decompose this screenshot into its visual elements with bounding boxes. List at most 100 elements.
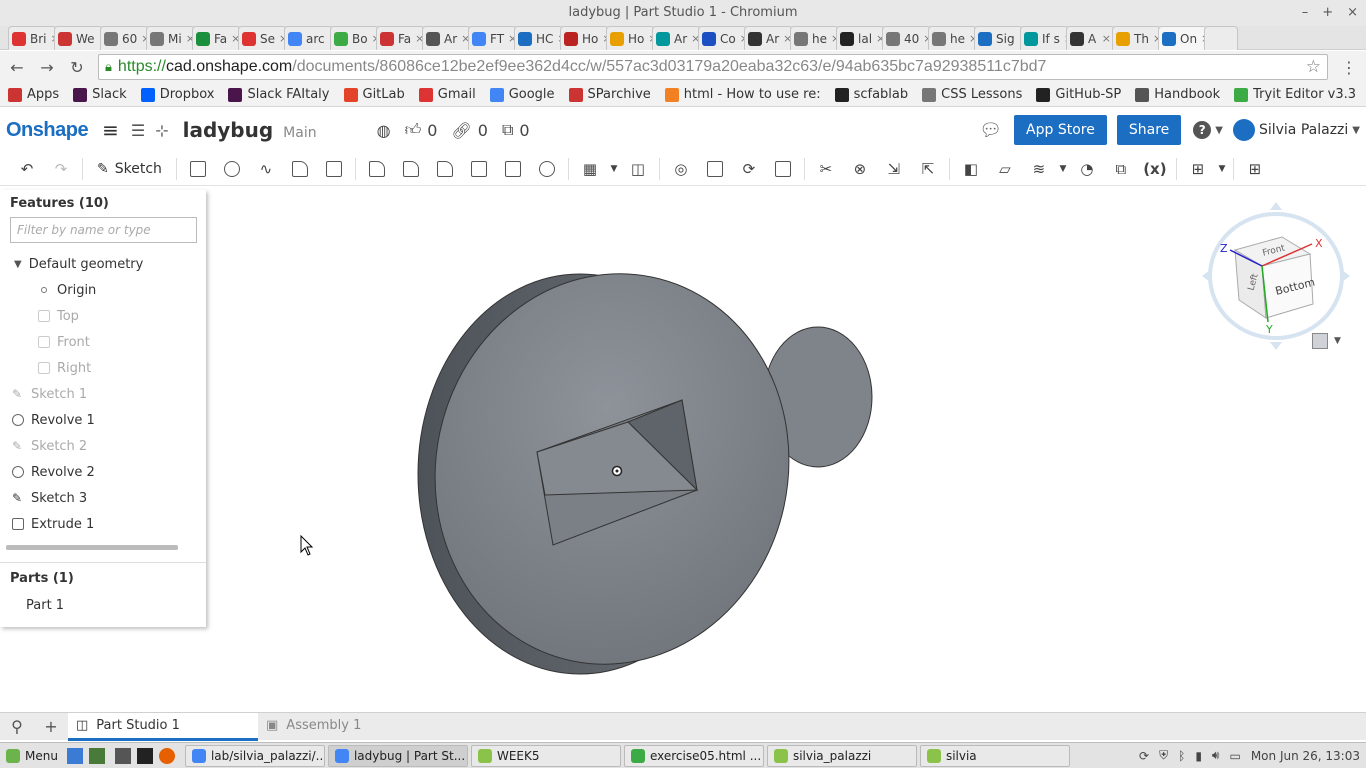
taskbar-window-item[interactable]: silvia <box>919 744 1070 767</box>
bookmark-item[interactable]: CSS Lessons <box>922 87 1022 102</box>
plane-tool-icon[interactable]: ◧ <box>954 155 988 183</box>
parts-chevron-down-icon[interactable]: ▼ <box>1215 155 1229 183</box>
browser-tab[interactable]: Se× <box>238 26 287 50</box>
browser-tab[interactable]: Ho× <box>560 26 609 50</box>
volume-icon[interactable]: 🔊︎ <box>1212 748 1220 763</box>
user-avatar[interactable] <box>1232 119 1255 141</box>
browser-tab[interactable]: HC× <box>514 26 563 50</box>
reload-icon[interactable]: ↻ <box>68 58 86 77</box>
bookmark-item[interactable]: Slack <box>73 87 127 102</box>
help-chevron-down-icon[interactable]: ▼ <box>1215 125 1223 136</box>
browser-tab[interactable]: Bo× <box>330 26 379 50</box>
extrude-tool-icon[interactable] <box>181 155 215 183</box>
section-view-tool-icon[interactable]: ⧉ <box>1104 155 1138 183</box>
close-icon[interactable]: × <box>1347 0 1358 26</box>
user-chevron-down-icon[interactable]: ▼ <box>1352 125 1360 136</box>
browser-tab[interactable]: Ar × <box>422 26 471 50</box>
insert-icon[interactable]: ⊹ <box>155 121 168 140</box>
likes-counter[interactable]: 👍︎ 0 <box>405 120 438 140</box>
browser-tab[interactable]: 40× <box>882 26 931 50</box>
revolve-tool-icon[interactable] <box>215 155 249 183</box>
files-launcher-icon[interactable] <box>88 747 105 764</box>
tab-part-studio[interactable]: ◫ Part Studio 1 <box>68 712 258 741</box>
add-custom-feature-icon[interactable]: ⊞ <box>1238 155 1272 183</box>
taskbar-window-item[interactable]: WEEK5 <box>470 744 621 767</box>
measure-tool-icon[interactable]: ◔ <box>1070 155 1104 183</box>
replace-face-tool-icon[interactable]: ⇱ <box>911 155 945 183</box>
feature-item-revolve[interactable]: Revolve 2 <box>0 459 206 485</box>
hamburger-menu-icon[interactable]: ≡ <box>102 118 119 142</box>
move-face-tool-icon[interactable]: ⇲ <box>877 155 911 183</box>
graphics-viewport[interactable] <box>206 186 1366 712</box>
browser-tab[interactable]: arc× <box>284 26 333 50</box>
feature-item-revolve[interactable]: Revolve 1 <box>0 407 206 433</box>
helix-tool-icon[interactable]: ≋ <box>1022 155 1056 183</box>
hole-tool-icon[interactable] <box>530 155 564 183</box>
app-store-button[interactable]: App Store <box>1014 115 1107 145</box>
document-name[interactable]: ladybug <box>183 118 274 142</box>
feature-item-plane[interactable]: Right <box>0 355 206 381</box>
thicken-tool-icon[interactable] <box>317 155 351 183</box>
bookmark-item[interactable]: html - How to use re: <box>664 87 821 102</box>
rotate-right-arrow-icon[interactable] <box>1342 270 1350 282</box>
browser-tab[interactable]: Th× <box>1112 26 1161 50</box>
links-counter[interactable]: 🔗︎ 0 <box>451 121 488 140</box>
undo-icon[interactable]: ↶ <box>10 155 44 183</box>
shield-icon[interactable]: ⛨ <box>1159 748 1168 763</box>
chevron-down-icon[interactable]: ▼ <box>14 259 22 270</box>
browser-tab[interactable]: Bri× <box>8 26 57 50</box>
network-icon[interactable]: ▮ <box>1195 749 1202 763</box>
display-mode-menu[interactable]: ▼ <box>1312 333 1341 349</box>
transform-tool-icon[interactable]: ⟳ <box>732 155 766 183</box>
split-tool-icon[interactable] <box>698 155 732 183</box>
pattern-tool-icon[interactable]: ▦ <box>573 155 607 183</box>
loft-tool-icon[interactable] <box>283 155 317 183</box>
feature-item-plane[interactable]: Top <box>0 303 206 329</box>
taskbar-window-item[interactable]: silvia_palazzi <box>766 744 917 767</box>
browser-tab[interactable]: We× <box>54 26 103 50</box>
bluetooth-icon[interactable]: ᛒ <box>1178 749 1185 763</box>
bookmark-item[interactable]: Handbook <box>1135 87 1220 102</box>
terminal-launcher-icon[interactable] <box>136 747 153 764</box>
modify-fillet-tool-icon[interactable]: ✂ <box>809 155 843 183</box>
bookmark-item[interactable]: GitHub-SP <box>1036 87 1121 102</box>
rotate-up-arrow-icon[interactable] <box>1270 202 1282 210</box>
browser-tab[interactable]: he× <box>928 26 977 50</box>
bookmark-item[interactable]: Google <box>489 87 555 102</box>
browser-tab[interactable]: Ho× <box>606 26 655 50</box>
feature-item-extrude[interactable]: Extrude 1 <box>0 511 206 537</box>
show-desktop-icon[interactable] <box>66 747 83 764</box>
shell-tool-icon[interactable] <box>496 155 530 183</box>
taskbar-window-item[interactable]: exercise05.html ... <box>623 744 764 767</box>
browser-tab[interactable]: Fa × <box>376 26 425 50</box>
help-icon[interactable]: ? <box>1193 121 1212 139</box>
sweep-tool-icon[interactable]: ∿ <box>249 155 283 183</box>
tab-close-icon[interactable]: × <box>1102 32 1111 45</box>
feature-item-plane[interactable]: Front <box>0 329 206 355</box>
new-tab-button[interactable] <box>1204 26 1238 50</box>
feature-item-sketch[interactable]: ✎ Sketch 2 <box>0 433 206 459</box>
browser-tab[interactable]: 60× <box>100 26 149 50</box>
bookmark-item[interactable]: Apps <box>8 87 59 102</box>
user-name[interactable]: Silvia Palazzi <box>1259 122 1348 138</box>
bookmark-item[interactable]: scfablab <box>834 87 908 102</box>
feature-item-origin[interactable]: Origin <box>0 277 206 303</box>
feature-list-scrollbar[interactable] <box>6 545 178 550</box>
helix-chevron-down-icon[interactable]: ▼ <box>1056 155 1070 183</box>
updates-icon[interactable]: ⟳ <box>1139 749 1149 763</box>
start-menu-button[interactable]: Menu <box>0 745 64 767</box>
browser-tab[interactable]: On× <box>1158 26 1207 50</box>
browser-tab[interactable]: Ar × <box>744 26 793 50</box>
delete-face-tool-icon[interactable]: ⊗ <box>843 155 877 183</box>
add-tab-icon[interactable]: + <box>34 717 68 736</box>
url-input[interactable]: 🔒︎ https://cad.onshape.com/documents/860… <box>98 54 1328 80</box>
browser-tab[interactable]: A × <box>1066 26 1115 50</box>
boolean-tool-icon[interactable]: ◎ <box>664 155 698 183</box>
minimize-icon[interactable]: – <box>1302 0 1309 26</box>
copies-counter[interactable]: ⧉ 0 <box>502 120 530 140</box>
model-canvas[interactable] <box>206 186 1366 712</box>
sketch-button[interactable]: ✎ Sketch <box>87 161 172 177</box>
public-globe-icon[interactable]: ◍ <box>377 121 391 140</box>
desktop-switch-icon[interactable] <box>114 747 131 764</box>
back-icon[interactable]: ← <box>8 58 26 77</box>
